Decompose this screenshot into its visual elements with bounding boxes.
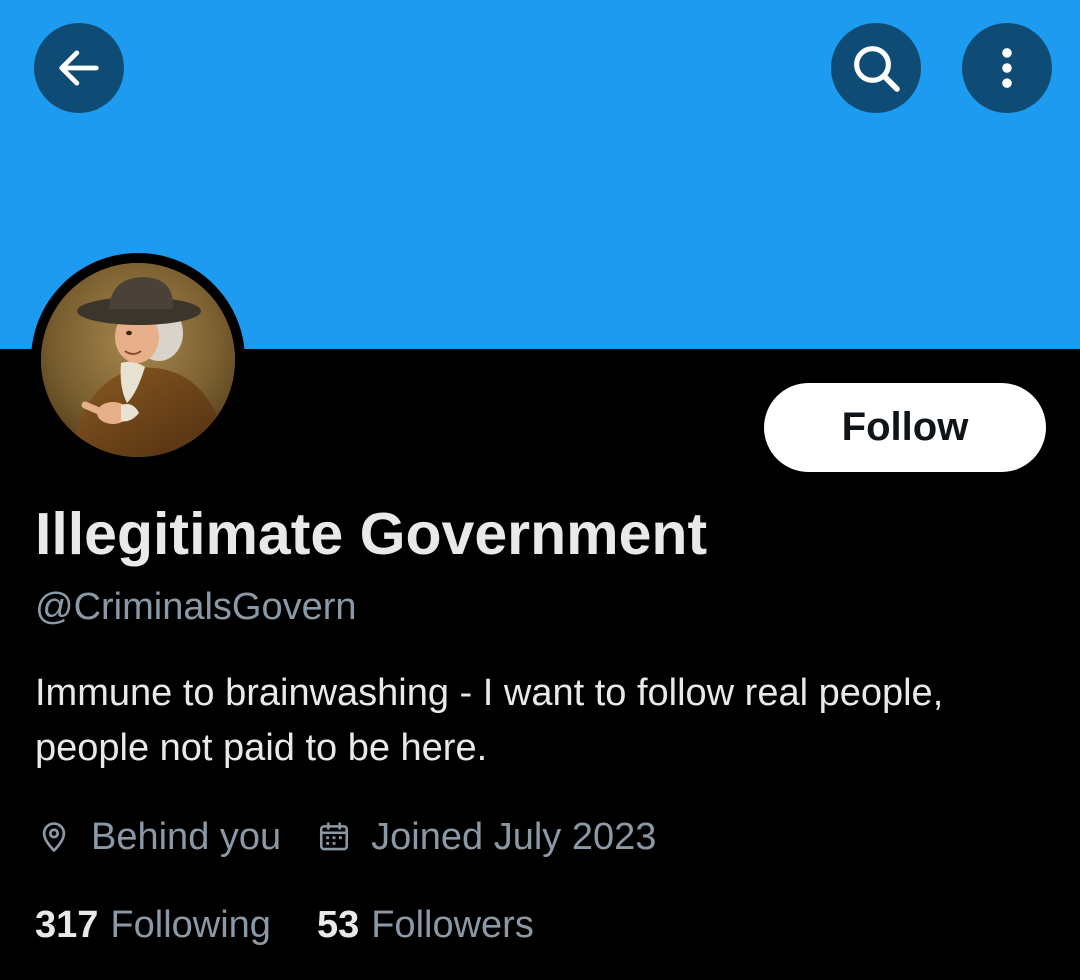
followers-link[interactable]: 53 Followers xyxy=(317,904,534,947)
followers-count: 53 xyxy=(316,903,360,946)
search-button[interactable] xyxy=(831,23,921,113)
location-item: Behind you xyxy=(35,816,281,859)
followers-label: Followers xyxy=(371,903,534,946)
following-link[interactable]: 317 Following xyxy=(35,904,271,947)
joined-item: Joined July 2023 xyxy=(315,816,656,859)
profile-bio: Immune to brainwashing - I want to follo… xyxy=(35,672,944,769)
search-icon xyxy=(854,46,900,92)
location-pin-icon xyxy=(35,818,73,856)
profile-meta: Behind you Joined July 2023 xyxy=(35,810,656,864)
avatar-frame[interactable] xyxy=(31,253,245,467)
more-vertical-icon xyxy=(1002,48,1012,88)
display-name: Illegitimate Government xyxy=(35,501,708,567)
back-button[interactable] xyxy=(34,23,124,113)
location-text: Behind you xyxy=(91,815,282,858)
calendar-icon xyxy=(315,818,353,856)
following-count: 317 xyxy=(35,903,99,946)
user-handle: @CriminalsGovern xyxy=(35,586,357,628)
profile-stats: 317 Following 53 Followers xyxy=(35,898,534,952)
profile-screen: Follow Illegitimate Government @Criminal… xyxy=(0,0,1080,980)
arrow-left-icon xyxy=(59,50,99,86)
avatar[interactable] xyxy=(41,263,235,457)
follow-button[interactable]: Follow xyxy=(764,383,1046,472)
joined-text: Joined July 2023 xyxy=(371,815,657,858)
more-options-button[interactable] xyxy=(962,23,1052,113)
painting-portrait-avatar xyxy=(41,263,235,457)
following-label: Following xyxy=(110,903,271,946)
